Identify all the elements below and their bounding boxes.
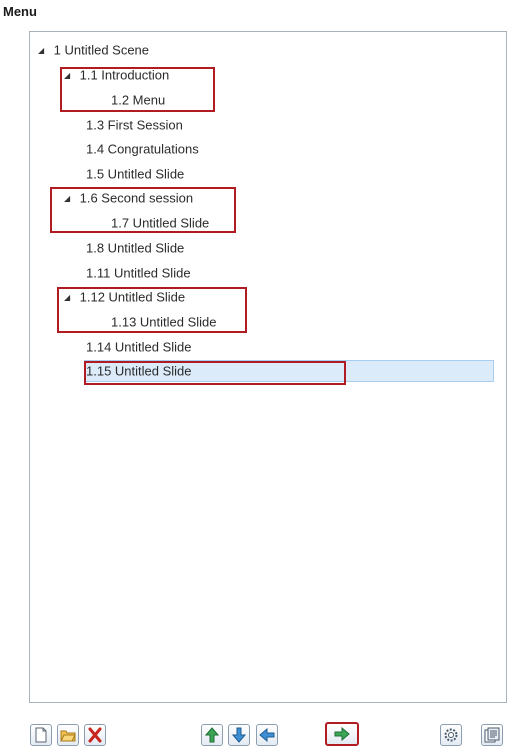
outdent-left-icon xyxy=(259,728,275,742)
tree-item-slide-1-14[interactable]: 1.14 Untitled Slide xyxy=(86,335,192,359)
tree-item-slide-1-11[interactable]: 1.11 Untitled Slide xyxy=(86,261,191,285)
open-folder-icon xyxy=(60,728,76,742)
delete-button[interactable] xyxy=(84,724,106,746)
indent-right-icon xyxy=(334,727,350,741)
indent-right-button[interactable] xyxy=(325,722,359,746)
panel-title: Menu xyxy=(3,4,37,19)
tree-item-label: 1.8 Untitled Slide xyxy=(86,240,185,256)
move-up-icon xyxy=(205,727,219,743)
tree-item-label: 1.3 First Session xyxy=(86,117,183,133)
properties-icon xyxy=(484,727,500,743)
tree-item-label: 1.4 Congratulations xyxy=(86,141,199,157)
tree-item-label: 1.14 Untitled Slide xyxy=(86,339,192,355)
tree-item-label: 1.11 Untitled Slide xyxy=(86,265,191,281)
tree-item-slide-1-5[interactable]: 1.5 Untitled Slide xyxy=(86,162,184,186)
move-down-button[interactable] xyxy=(228,724,250,746)
tree-item-first-session[interactable]: 1.3 First Session xyxy=(86,113,183,137)
tree-item-congratulations[interactable]: 1.4 Congratulations xyxy=(86,137,199,161)
tree-item-label: 1 Untitled Scene xyxy=(53,42,150,58)
highlight-box-introduction-group xyxy=(60,67,215,112)
settings-gear-icon xyxy=(443,727,459,743)
new-page-icon xyxy=(34,727,48,743)
open-folder-button[interactable] xyxy=(57,724,79,746)
new-page-button[interactable] xyxy=(30,724,52,746)
expand-arrow-icon[interactable]: ◢ xyxy=(38,39,50,63)
highlight-box-slide-1-12-group xyxy=(57,287,247,333)
tree-item-slide-1-8[interactable]: 1.8 Untitled Slide xyxy=(86,236,184,260)
highlight-box-second-session-group xyxy=(50,187,236,233)
move-down-icon xyxy=(232,727,246,743)
tree-item-label: 1.5 Untitled Slide xyxy=(86,166,185,182)
settings-button[interactable] xyxy=(440,724,462,746)
outdent-left-button[interactable] xyxy=(256,724,278,746)
highlight-box-selected-slide xyxy=(84,361,346,385)
move-up-button[interactable] xyxy=(201,724,223,746)
delete-icon xyxy=(87,727,103,743)
tree-item-untitled-scene[interactable]: ◢ 1 Untitled Scene xyxy=(38,38,149,62)
properties-button[interactable] xyxy=(481,724,503,746)
